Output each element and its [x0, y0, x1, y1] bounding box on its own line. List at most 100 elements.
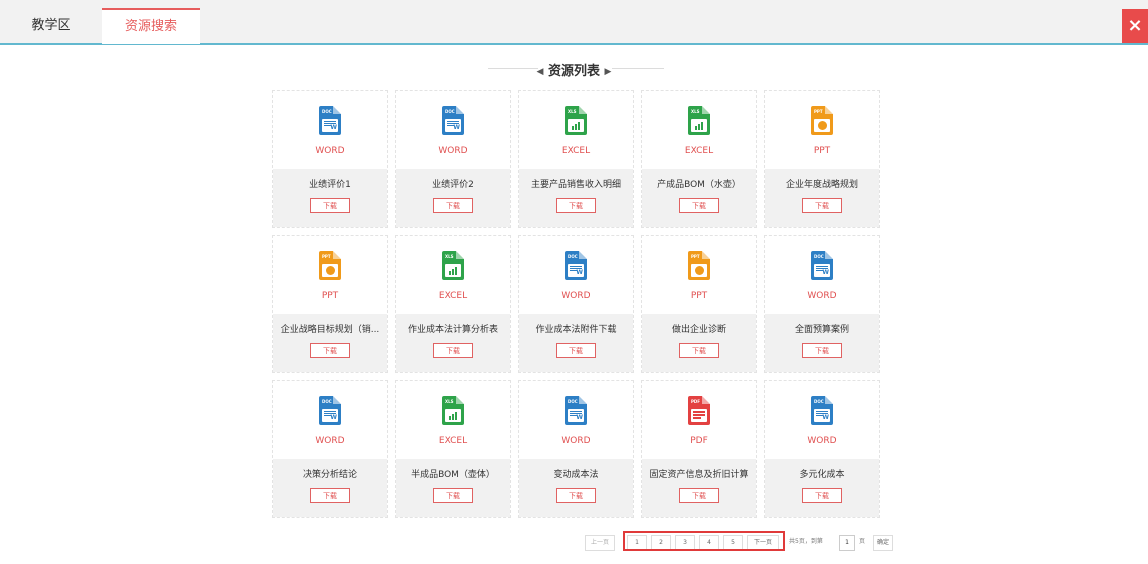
card-info: 半成品BOM（壶体） 下载 [396, 459, 510, 517]
file-name: 作业成本法附件下载 [535, 325, 617, 335]
excel-file-icon: XLS [565, 106, 587, 135]
section-divider-right [612, 68, 664, 69]
file-name: 半成品BOM（壶体） [411, 470, 495, 480]
file-name: 做出企业诊断 [671, 325, 726, 335]
tab-teaching-area[interactable]: 教学区 [8, 9, 94, 43]
file-name: 作业成本法计算分析表 [407, 325, 498, 335]
confirm-button[interactable]: 确定 [873, 535, 893, 551]
download-button[interactable]: 下载 [310, 488, 350, 503]
file-type-label: WORD [438, 146, 468, 156]
resource-card: DOC W WORD 决策分析结论 下载 [272, 380, 388, 518]
download-button[interactable]: 下载 [802, 488, 842, 503]
card-info: 产成品BOM（水壶） 下载 [642, 169, 756, 227]
total-pages-text: 共5页，到第 [789, 538, 823, 545]
card-preview: DOC W WORD [765, 236, 879, 314]
excel-file-icon: XLS [442, 251, 464, 280]
card-preview: DOC W WORD [519, 381, 633, 459]
card-info: 做出企业诊断 下载 [642, 314, 756, 372]
resource-card: DOC W WORD 作业成本法附件下载 下载 [518, 235, 634, 373]
file-tag: XLS [445, 254, 454, 259]
download-button[interactable]: 下载 [433, 343, 473, 358]
download-button[interactable]: 下载 [556, 343, 596, 358]
download-button[interactable]: 下载 [310, 343, 350, 358]
word-glyph: W [814, 264, 830, 277]
tab-resource-search[interactable]: 资源搜索 [102, 8, 200, 44]
resource-card: XLS EXCEL 半成品BOM（壶体） 下载 [395, 380, 511, 518]
file-type-label: WORD [315, 146, 345, 156]
download-button[interactable]: 下载 [310, 198, 350, 213]
file-name: 企业年度战略规划 [785, 180, 858, 190]
file-name: 产成品BOM（水壶） [657, 180, 741, 190]
download-button[interactable]: 下载 [556, 488, 596, 503]
download-button[interactable]: 下载 [433, 198, 473, 213]
download-button[interactable]: 下载 [556, 198, 596, 213]
download-button[interactable]: 下载 [679, 488, 719, 503]
download-button[interactable]: 下载 [433, 488, 473, 503]
card-info: 全面预算案例 下载 [765, 314, 879, 372]
excel-file-icon: XLS [688, 106, 710, 135]
card-info: 企业年度战略规划下载 [765, 169, 879, 227]
card-preview: DOC W WORD [273, 381, 387, 459]
word-file-icon: DOC W [811, 396, 833, 425]
file-name: 业绩评价2 [432, 180, 474, 190]
triangle-right-icon: ▶ [604, 67, 612, 77]
file-tag: PPT [691, 254, 700, 259]
close-icon[interactable]: × [1122, 9, 1148, 43]
excel-glyph [691, 119, 707, 132]
file-name: 业绩评价1 [309, 180, 351, 190]
page-jump-input[interactable]: 1 [839, 535, 855, 551]
ppt-glyph [691, 264, 707, 277]
file-type-label: PPT [813, 146, 831, 156]
card-preview: PPT PPT [273, 236, 387, 314]
resource-card: XLS EXCEL 产成品BOM（水壶） 下载 [641, 90, 757, 228]
word-glyph: W [322, 119, 338, 132]
resource-grid: DOC W WORD 业绩评价1 下载 DOC W WORD 业绩评价2 下载 XLS EXCEL 主要… [272, 90, 884, 518]
word-glyph: W [568, 264, 584, 277]
ppt-file-icon: PPT [811, 106, 833, 135]
file-tag: DOC [322, 109, 332, 114]
word-glyph: W [322, 409, 338, 422]
file-type-label: WORD [561, 436, 591, 446]
file-tag: PPT [814, 109, 823, 114]
download-button[interactable]: 下载 [679, 198, 719, 213]
ppt-file-icon: PPT [688, 251, 710, 280]
card-info: 作业成本法计算分析表下载 [396, 314, 510, 372]
word-glyph: W [814, 409, 830, 422]
file-tag: DOC [322, 399, 332, 404]
file-type-label: EXCEL [561, 146, 591, 156]
prev-page-button[interactable]: 上一页 [585, 535, 615, 551]
pdf-glyph [691, 409, 707, 422]
resource-card: PDF PDF 固定资产信息及折旧计算 下载 [641, 380, 757, 518]
file-type-label: WORD [315, 436, 345, 446]
card-preview: PDF PDF [642, 381, 756, 459]
card-info: 企业战略目标规划（销... 下载 [273, 314, 387, 372]
pagination-highlight-box [623, 531, 785, 551]
card-preview: DOC W WORD [396, 91, 510, 169]
resource-card: DOC W WORD 业绩评价2 下载 [395, 90, 511, 228]
file-name: 变动成本法 [553, 470, 599, 480]
card-preview: DOC W WORD [273, 91, 387, 169]
resource-card: DOC W WORD 业绩评价1 下载 [272, 90, 388, 228]
file-type-label: WORD [807, 436, 837, 446]
file-type-label: WORD [561, 291, 591, 301]
tab-bar: 教学区 资源搜索 × [0, 0, 1148, 45]
card-preview: PPT PPT [642, 236, 756, 314]
card-preview: XLS EXCEL [642, 91, 756, 169]
card-info: 业绩评价1 下载 [273, 169, 387, 227]
word-file-icon: DOC W [811, 251, 833, 280]
download-button[interactable]: 下载 [802, 198, 842, 213]
file-name: 主要产品销售收入明细 [530, 180, 621, 190]
resource-card: DOC W WORD 变动成本法下载 [518, 380, 634, 518]
file-tag: PPT [322, 254, 331, 259]
word-file-icon: DOC W [565, 396, 587, 425]
ppt-glyph [814, 119, 830, 132]
word-glyph: W [568, 409, 584, 422]
download-button[interactable]: 下载 [679, 343, 719, 358]
file-tag: DOC [445, 109, 455, 114]
download-button[interactable]: 下载 [802, 343, 842, 358]
resource-card: XLS EXCEL 主要产品销售收入明细下载 [518, 90, 634, 228]
triangle-left-icon: ◀ [536, 67, 544, 77]
file-type-label: WORD [807, 291, 837, 301]
file-tag: XLS [445, 399, 454, 404]
file-tag: DOC [814, 254, 824, 259]
